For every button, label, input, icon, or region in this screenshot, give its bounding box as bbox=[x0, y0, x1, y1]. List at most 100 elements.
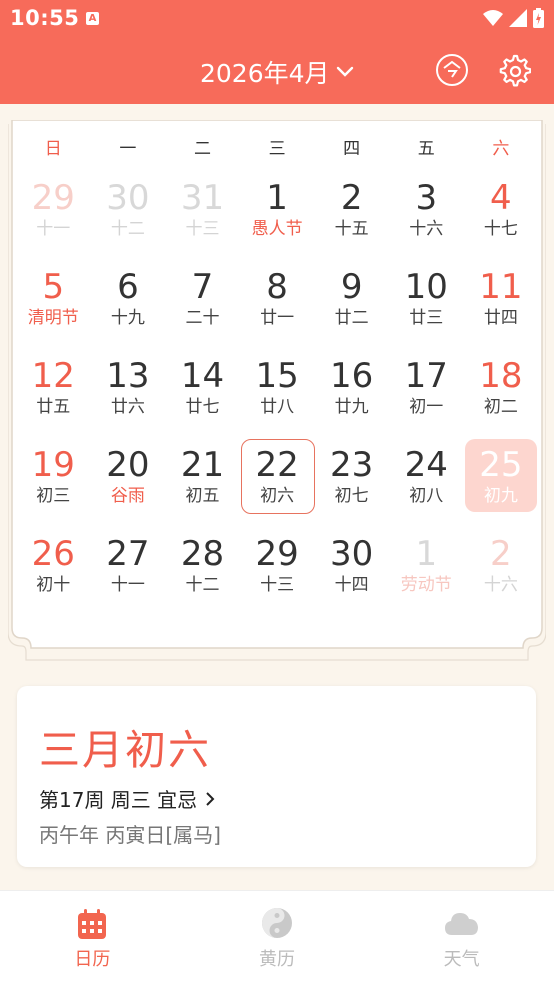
day-number: 16 bbox=[330, 356, 374, 396]
calendar-day-cell[interactable]: 6 十九 bbox=[91, 259, 166, 348]
day-number: 10 bbox=[404, 267, 448, 307]
lunar-label: 十五 bbox=[334, 219, 369, 239]
calendar-day-cell[interactable]: 24 初八 bbox=[389, 437, 464, 526]
tab-calendar[interactable]: 日历 bbox=[0, 891, 185, 984]
calendar-day-cell[interactable]: 1 劳动节 bbox=[389, 526, 464, 615]
calendar-day-cell[interactable]: 25 初九 bbox=[464, 437, 539, 526]
lunar-label: 愚人节 bbox=[251, 219, 303, 239]
lunar-label: 十二 bbox=[110, 219, 145, 239]
calendar-day-cell[interactable]: 16 廿九 bbox=[314, 348, 389, 437]
day-number: 29 bbox=[31, 178, 75, 218]
day-number: 15 bbox=[255, 356, 299, 396]
lunar-label: 初五 bbox=[185, 486, 220, 506]
calendar-day-cell[interactable]: 9 廿二 bbox=[314, 259, 389, 348]
settings-gear-icon[interactable] bbox=[497, 53, 531, 87]
lunar-label: 二十 bbox=[185, 308, 220, 328]
calendar-day-cell[interactable]: 5 清明节 bbox=[16, 259, 91, 348]
cloud-icon bbox=[444, 913, 478, 935]
notification-icon: A bbox=[86, 12, 99, 25]
month-title: 2026年4月 bbox=[200, 59, 330, 88]
tab-almanac[interactable]: 黄历 bbox=[185, 891, 370, 984]
calendar-day-cell[interactable]: 29 十一 bbox=[16, 170, 91, 259]
chevron-down-icon bbox=[336, 66, 353, 77]
day-number: 30 bbox=[330, 534, 374, 574]
app-header: 10:55 A 2026年4月 bbox=[0, 0, 554, 104]
calendar-day-cell[interactable]: 2 十五 bbox=[314, 170, 389, 259]
day-number: 14 bbox=[180, 356, 225, 396]
calendar-day-cell[interactable]: 14 廿七 bbox=[165, 348, 240, 437]
weekday-sat: 六 bbox=[492, 139, 510, 159]
calendar-day-cell[interactable]: 31 十三 bbox=[165, 170, 240, 259]
lunar-label: 十三 bbox=[185, 219, 220, 239]
lunar-label: 初十 bbox=[36, 575, 71, 595]
day-number: 21 bbox=[180, 445, 225, 485]
calendar-day-cell[interactable]: 27 十一 bbox=[91, 526, 166, 615]
lunar-label: 初一 bbox=[409, 397, 444, 417]
day-number: 27 bbox=[106, 534, 150, 574]
day-number: 31 bbox=[180, 178, 225, 218]
lunar-label: 廿七 bbox=[185, 397, 220, 417]
calendar-day-cell[interactable]: 4 十七 bbox=[464, 170, 539, 259]
calendar-day-cell[interactable]: 12 廿五 bbox=[16, 348, 91, 437]
day-number: 22 bbox=[255, 445, 299, 485]
day-number: 3 bbox=[415, 178, 438, 218]
status-time: 10:55 bbox=[10, 6, 80, 30]
day-number: 12 bbox=[31, 356, 75, 396]
calendar-day-cell[interactable]: 22 初六 bbox=[240, 437, 315, 526]
lunar-label: 廿九 bbox=[334, 397, 369, 417]
calendar-day-cell[interactable]: 29 十三 bbox=[240, 526, 315, 615]
weekday-fri: 五 bbox=[417, 139, 435, 159]
today-button[interactable] bbox=[436, 54, 468, 86]
lunar-label: 十七 bbox=[483, 219, 518, 239]
lunar-label: 十三 bbox=[260, 575, 295, 595]
day-number: 24 bbox=[404, 445, 448, 485]
calendar-day-cell[interactable]: 30 十二 bbox=[91, 170, 166, 259]
almanac-link[interactable]: 第17周 周三 宜忌 bbox=[39, 784, 215, 813]
weekday-mon: 一 bbox=[119, 139, 137, 159]
lunar-label: 初九 bbox=[483, 486, 518, 506]
tab-weather[interactable]: 天气 bbox=[369, 891, 554, 984]
day-number: 18 bbox=[479, 356, 523, 396]
calendar-day-cell[interactable]: 17 初一 bbox=[389, 348, 464, 437]
calendar-day-cell[interactable]: 11 廿四 bbox=[464, 259, 539, 348]
calendar-day-cell[interactable]: 7 二十 bbox=[165, 259, 240, 348]
day-number: 7 bbox=[191, 267, 214, 307]
calendar-day-cell[interactable]: 1 愚人节 bbox=[240, 170, 315, 259]
calendar-day-cell[interactable]: 2 十六 bbox=[464, 526, 539, 615]
calendar-day-cell[interactable]: 28 十二 bbox=[165, 526, 240, 615]
calendar-icon bbox=[78, 909, 107, 939]
status-bar: 10:55 A bbox=[0, 0, 554, 38]
lunar-label: 初八 bbox=[409, 486, 444, 506]
tab-label: 日历 bbox=[74, 949, 111, 970]
bottom-tab-bar: 日历 黄历 天气 bbox=[0, 890, 554, 984]
month-selector[interactable]: 2026年4月 bbox=[200, 54, 354, 90]
lunar-label: 廿四 bbox=[483, 308, 518, 328]
lunar-label: 初二 bbox=[483, 397, 518, 417]
day-number: 4 bbox=[490, 178, 512, 218]
calendar-day-cell[interactable]: 21 初五 bbox=[165, 437, 240, 526]
day-number: 9 bbox=[340, 267, 363, 307]
calendar-day-cell[interactable]: 13 廿六 bbox=[91, 348, 166, 437]
calendar-day-cell[interactable]: 19 初三 bbox=[16, 437, 91, 526]
calendar-day-cell[interactable]: 15 廿八 bbox=[240, 348, 315, 437]
calendar-day-cell[interactable]: 30 十四 bbox=[314, 526, 389, 615]
calendar-day-cell[interactable]: 10 廿三 bbox=[389, 259, 464, 348]
calendar-day-cell[interactable]: 23 初七 bbox=[314, 437, 389, 526]
chevron-right-icon bbox=[206, 791, 215, 806]
calendar-day-cell[interactable]: 8 廿一 bbox=[240, 259, 315, 348]
day-number: 23 bbox=[330, 445, 374, 485]
weekday-thu: 四 bbox=[343, 139, 361, 159]
calendar-day-cell[interactable]: 20 谷雨 bbox=[91, 437, 166, 526]
status-icons bbox=[483, 8, 544, 28]
day-number: 2 bbox=[490, 534, 512, 574]
lunar-label: 十四 bbox=[334, 575, 369, 595]
calendar-day-cell[interactable]: 26 初十 bbox=[16, 526, 91, 615]
lunar-label: 劳动节 bbox=[400, 575, 452, 595]
today-icon bbox=[443, 60, 461, 78]
calendar-day-cell[interactable]: 3 十六 bbox=[389, 170, 464, 259]
ganzhi-text: 丙午年 丙寅日[属马] bbox=[39, 823, 221, 847]
day-number: 1 bbox=[415, 534, 438, 574]
lunar-info-card: 三月初六 第17周 周三 宜忌 丙午年 丙寅日[属马] bbox=[17, 686, 536, 867]
lunar-label: 廿一 bbox=[260, 308, 295, 328]
calendar-day-cell[interactable]: 18 初二 bbox=[464, 348, 539, 437]
